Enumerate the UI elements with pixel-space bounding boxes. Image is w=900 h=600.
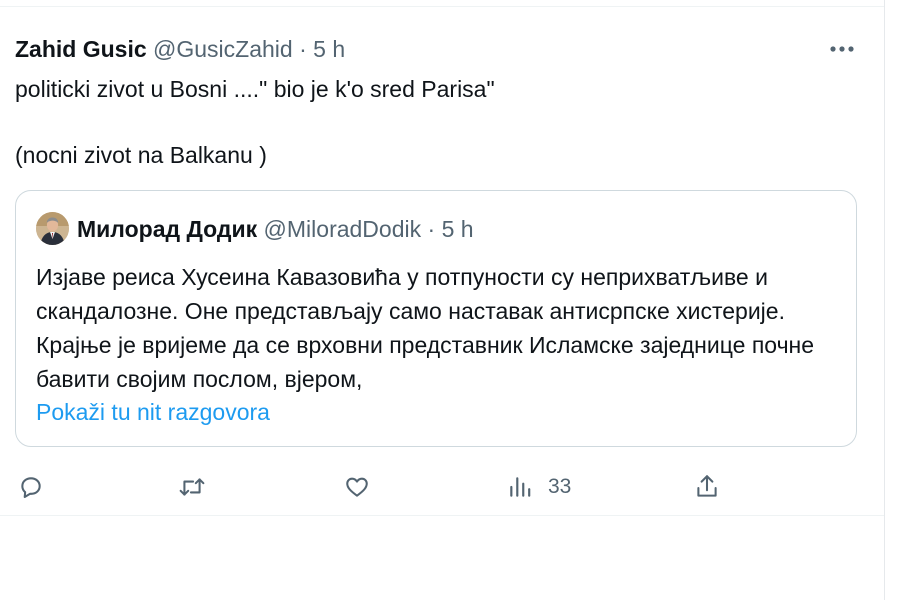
repost-button[interactable]: [177, 465, 207, 509]
reply-icon: [21, 477, 41, 498]
repost-icon: [179, 478, 205, 496]
quoted-text: Изјаве реиса Хусеина Кавазовића у потпун…: [36, 264, 815, 392]
avatar[interactable]: [36, 212, 69, 245]
avatar-image: [36, 212, 69, 245]
more-button[interactable]: [824, 31, 860, 67]
reply-button[interactable]: [18, 465, 44, 509]
quoted-tweet[interactable]: Милорад Додик @MiloradDodik · 5 h Изјаве…: [15, 190, 857, 447]
quoted-header: Милорад Додик @MiloradDodik · 5 h: [77, 215, 474, 243]
author-name[interactable]: Zahid Gusic: [15, 36, 147, 62]
share-button[interactable]: [694, 465, 720, 509]
header-separator: ·: [299, 36, 307, 62]
heart-icon: [346, 477, 368, 497]
tweet-header: Zahid Gusic @GusicZahid · 5 h: [15, 35, 345, 63]
column-divider: [884, 0, 885, 600]
quoted-author-name[interactable]: Милорад Додик: [77, 216, 257, 242]
author-handle[interactable]: @GusicZahid: [153, 36, 293, 62]
show-thread-link[interactable]: Pokaži tu nit razgovora: [36, 397, 270, 427]
views-count: 33: [548, 475, 572, 498]
tweet-text: politicki zivot u Bosni ...." bio je k'o…: [15, 76, 495, 168]
more-icon: [830, 46, 854, 52]
views-button[interactable]: 33: [508, 465, 571, 509]
tweet[interactable]: Zahid Gusic @GusicZahid · 5 h politicki …: [0, 6, 884, 516]
action-bar: 33: [0, 465, 884, 509]
like-button[interactable]: [343, 465, 371, 509]
quoted-author-handle[interactable]: @MiloradDodik: [264, 216, 422, 242]
page: Zahid Gusic @GusicZahid · 5 h politicki …: [0, 0, 900, 600]
views-icon: [510, 477, 531, 497]
share-icon: [697, 475, 717, 497]
quoted-time[interactable]: 5 h: [442, 216, 474, 242]
tweet-time[interactable]: 5 h: [313, 36, 345, 62]
quoted-header-separator: ·: [427, 216, 436, 242]
